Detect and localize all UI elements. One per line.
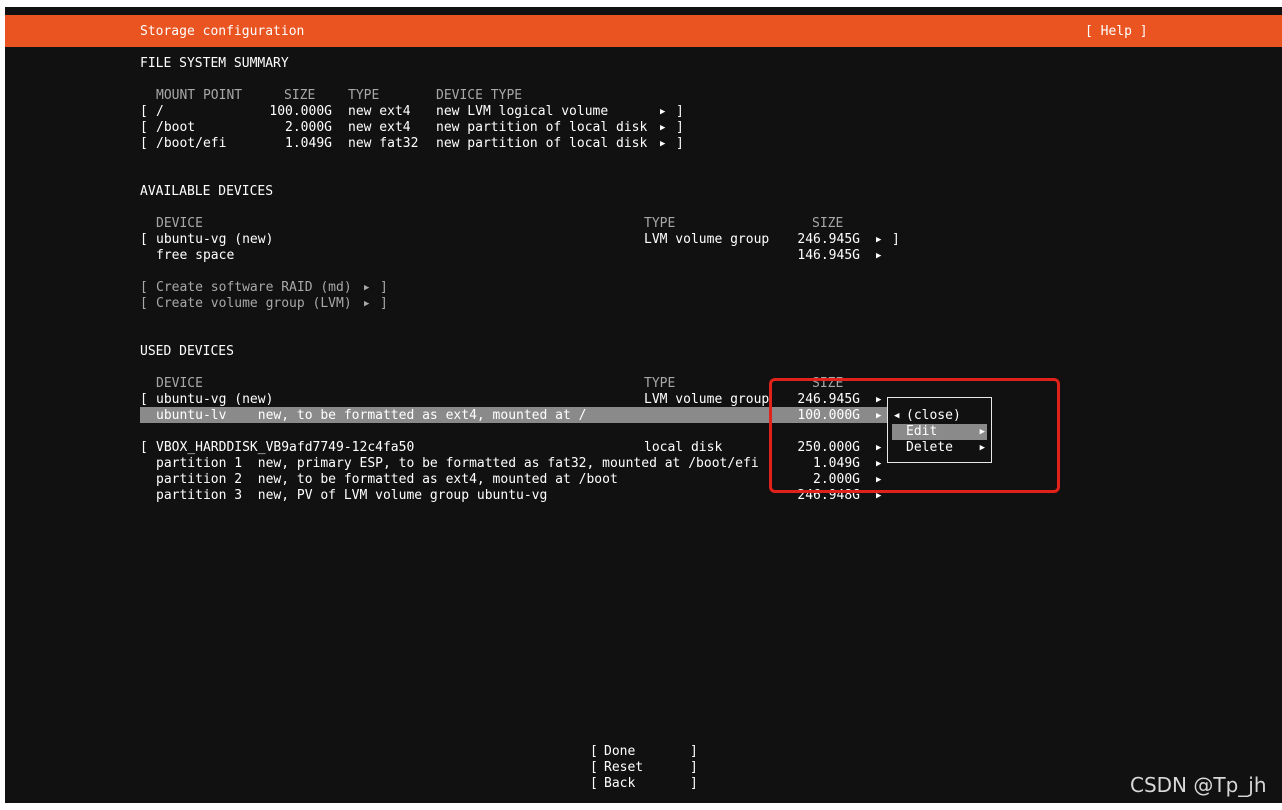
triangle-right-icon: ▶ xyxy=(364,283,370,293)
fs-row-root[interactable]: [ / 100.000G new ext4 new LVM logical vo… xyxy=(5,104,905,120)
triangle-right-icon: ▶ xyxy=(876,459,882,469)
col-size: SIZE xyxy=(812,376,844,391)
menu-item-edit[interactable]: Edit ▶ xyxy=(892,424,987,440)
triangle-right-icon: ▶ xyxy=(876,443,882,453)
triangle-right-icon: ▶ xyxy=(876,395,882,405)
triangle-right-icon: ▶ xyxy=(660,139,666,149)
device-name: ubuntu-lv new, to be formatted as ext4, … xyxy=(156,408,587,423)
triangle-right-icon: ▶ xyxy=(876,475,882,485)
menu-item-close[interactable]: ◀ (close) xyxy=(892,408,987,424)
col-device-type: DEVICE TYPE xyxy=(436,88,523,103)
device-type: new LVM logical volume xyxy=(436,104,609,119)
available-header: DEVICE TYPE SIZE xyxy=(5,216,955,232)
col-type: TYPE xyxy=(644,216,676,231)
triangle-right-icon: ▶ xyxy=(979,427,985,437)
menu-item-close-label: (close) xyxy=(906,408,961,423)
fs-summary-header: MOUNT POINT SIZE TYPE DEVICE TYPE xyxy=(5,88,905,104)
device-size: 1.049G xyxy=(813,456,860,471)
triangle-right-icon: ▶ xyxy=(876,411,882,421)
watermark: CSDN @Tp_jh xyxy=(1130,773,1267,797)
triangle-left-icon: ◀ xyxy=(894,411,900,421)
col-device: DEVICE xyxy=(156,376,203,391)
triangle-right-icon: ▶ xyxy=(364,299,370,309)
col-mount-point: MOUNT POINT xyxy=(156,88,243,103)
used-row-ubuntu-vg[interactable]: [ ubuntu-vg (new) LVM volume group 246.9… xyxy=(5,392,885,408)
size: 100.000G xyxy=(269,104,332,119)
triangle-right-icon: ▶ xyxy=(876,235,882,245)
page-title: Storage configuration xyxy=(140,24,305,39)
used-devices-heading: USED DEVICES xyxy=(140,344,234,359)
create-volume-group-button[interactable]: [ Create volume group (LVM) ▶ ] xyxy=(5,296,505,312)
used-header: DEVICE TYPE SIZE xyxy=(5,376,955,392)
menu-item-delete[interactable]: Delete ▶ xyxy=(892,440,987,456)
device-name: partition 3 new, PV of LVM volume group … xyxy=(156,488,548,503)
triangle-right-icon: ▶ xyxy=(876,491,882,501)
fs-row-boot[interactable]: [ /boot 2.000G new ext4 new partition of… xyxy=(5,120,905,136)
device-name: VBOX_HARDDISK_VB9afd7749-12c4fa50 xyxy=(156,440,415,455)
device-size: 246.945G xyxy=(797,392,860,407)
available-devices-heading: AVAILABLE DEVICES xyxy=(140,184,274,199)
size: 2.000G xyxy=(285,120,332,135)
triangle-right-icon: ▶ xyxy=(660,123,666,133)
device-size: 250.000G xyxy=(797,440,860,455)
triangle-right-icon: ▶ xyxy=(979,443,985,453)
used-row-vbox-harddisk[interactable]: [ VBOX_HARDDISK_VB9afd7749-12c4fa50 loca… xyxy=(5,440,885,456)
done-button[interactable]: [ Done ] xyxy=(590,744,702,760)
triangle-right-icon: ▶ xyxy=(876,251,882,261)
device-name: ubuntu-vg (new) xyxy=(156,232,274,247)
device-name: free space xyxy=(156,248,235,263)
fs-type: new fat32 xyxy=(348,136,419,151)
fs-row-boot-efi[interactable]: [ /boot/efi 1.049G new fat32 new partiti… xyxy=(5,136,905,152)
available-row-free-space[interactable]: free space 146.945G ▶ xyxy=(5,248,955,264)
device-name: partition 2 new, to be formatted as ext4… xyxy=(156,472,618,487)
back-label: Back xyxy=(604,776,636,791)
context-menu: ◀ (close) Edit ▶ Delete ▶ xyxy=(887,397,992,463)
device-size: 2.000G xyxy=(813,472,860,487)
col-type: TYPE xyxy=(644,376,676,391)
device-size: 146.945G xyxy=(797,248,860,263)
fs-type: new ext4 xyxy=(348,104,411,119)
col-size: SIZE xyxy=(284,88,316,103)
installer-screen: Storage configuration [ Help ] FILE SYST… xyxy=(5,7,1282,803)
col-type: TYPE xyxy=(348,88,380,103)
menu-item-edit-label: Edit xyxy=(906,424,938,439)
create-raid-label: Create software RAID (md) xyxy=(156,280,352,295)
mount-point: /boot/efi xyxy=(156,136,227,151)
device-size: 100.000G xyxy=(797,408,860,423)
reset-label: Reset xyxy=(604,760,644,775)
used-row-partition-1[interactable]: partition 1 new, primary ESP, to be form… xyxy=(5,456,885,472)
create-volume-group-label: Create volume group (LVM) xyxy=(156,296,352,311)
create-raid-button[interactable]: [ Create software RAID (md) ▶ ] xyxy=(5,280,505,296)
device-type: new partition of local disk xyxy=(436,120,648,135)
device-name: ubuntu-vg (new) xyxy=(156,392,274,407)
menu-item-delete-label: Delete xyxy=(906,440,953,455)
device-size: 246.948G xyxy=(797,488,860,503)
device-size: 246.945G xyxy=(797,232,860,247)
reset-button[interactable]: [ Reset ] xyxy=(590,760,702,776)
back-button[interactable]: [ Back ] xyxy=(590,776,702,792)
device-type: LVM volume group xyxy=(644,392,770,407)
used-row-partition-2[interactable]: partition 2 new, to be formatted as ext4… xyxy=(5,472,885,488)
done-label: Done xyxy=(604,744,636,759)
used-row-partition-3[interactable]: partition 3 new, PV of LVM volume group … xyxy=(5,488,885,504)
col-device: DEVICE xyxy=(156,216,203,231)
help-button[interactable]: [ Help ] xyxy=(1085,24,1148,40)
fs-type: new ext4 xyxy=(348,120,411,135)
size: 1.049G xyxy=(285,136,332,151)
mount-point: /boot xyxy=(156,120,196,135)
fs-summary-heading: FILE SYSTEM SUMMARY xyxy=(140,56,289,71)
device-type: local disk xyxy=(644,440,723,455)
device-type: new partition of local disk xyxy=(436,136,648,151)
col-size: SIZE xyxy=(812,216,844,231)
triangle-right-icon: ▶ xyxy=(660,107,666,117)
device-type: LVM volume group xyxy=(644,232,770,247)
mount-point: / xyxy=(156,104,164,119)
device-name: partition 1 new, primary ESP, to be form… xyxy=(156,456,759,471)
header-bar: Storage configuration [ Help ] xyxy=(5,15,1282,47)
used-row-ubuntu-lv-content[interactable]: ubuntu-lv new, to be formatted as ext4, … xyxy=(5,408,885,424)
available-row-ubuntu-vg[interactable]: [ ubuntu-vg (new) LVM volume group 246.9… xyxy=(5,232,955,248)
